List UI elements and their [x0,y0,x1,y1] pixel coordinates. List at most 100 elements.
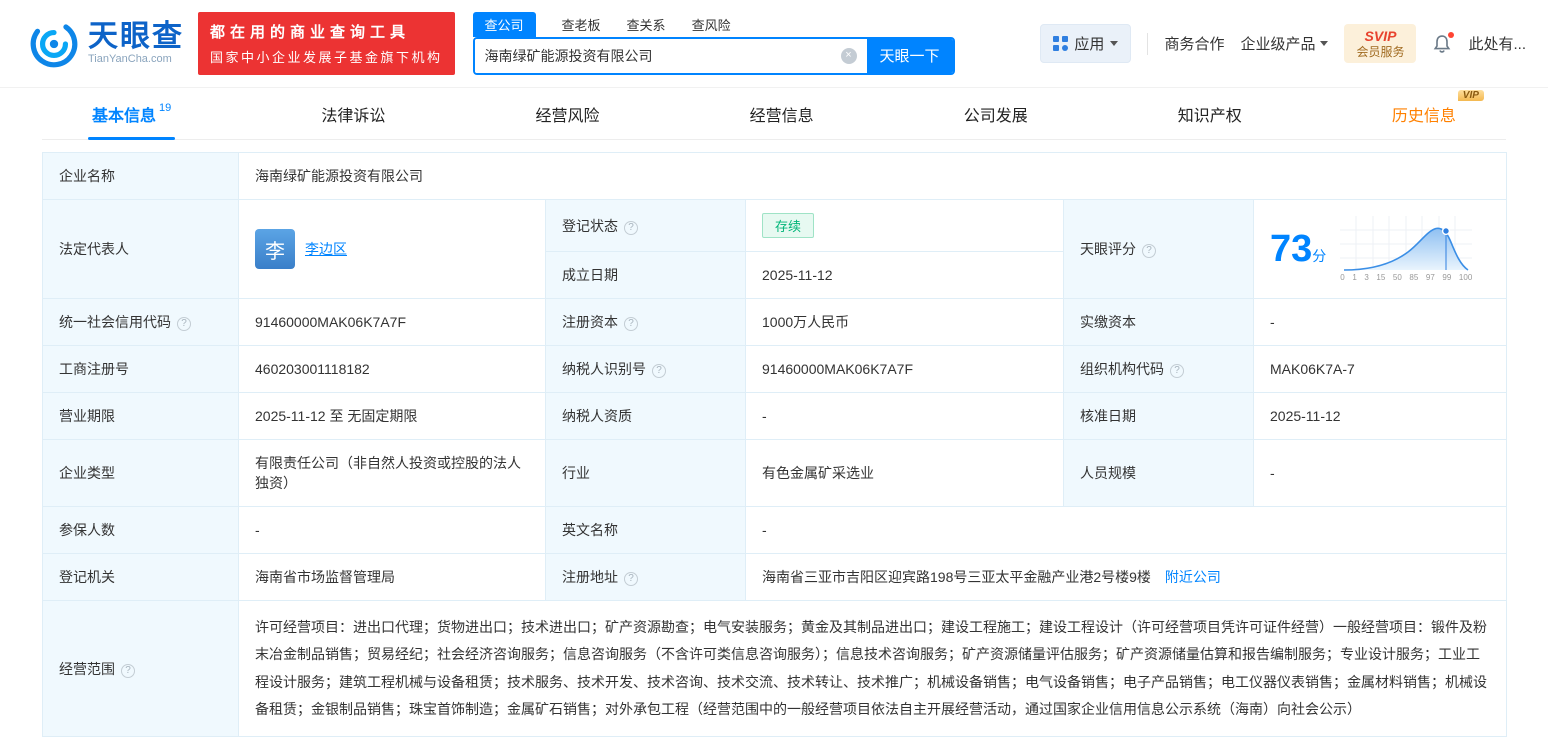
search-button[interactable]: 天眼一下 [866,38,953,73]
chevron-down-icon [1110,41,1119,46]
table-row: 工商注册号 460203001118182 纳税人识别号? 91460000MA… [42,345,1508,393]
reg-authority-value: 海南省市场监督管理局 [238,553,546,601]
question-icon[interactable]: ? [652,364,666,378]
status-badge: 存续 [762,213,815,238]
question-icon[interactable]: ? [1170,364,1184,378]
industry-label: 行业 [545,439,746,507]
taxpayer-id-value: 91460000MAK06K7A7F [745,345,1064,393]
table-row: 营业期限 2025-11-12 至 无固定期限 纳税人资质 - 核准日期 202… [42,392,1508,440]
address-value: 海南省三亚市吉阳区迎宾路198号三亚太平金融产业港2号楼9楼 [762,569,1151,585]
tab-basic-info-label: 基本信息 [92,107,157,125]
insured-count-label: 参保人数 [42,506,239,554]
address-cell: 海南省三亚市吉阳区迎宾路198号三亚太平金融产业港2号楼9楼 附近公司 [744,553,1508,601]
nearby-companies-link[interactable]: 附近公司 [1165,569,1221,585]
search-tab-risk[interactable]: 查风险 [692,12,731,37]
search-tab-company[interactable]: 查公司 [472,11,536,37]
tab-legal-proceedings[interactable]: 法律诉讼 [317,88,389,139]
reg-number-value: 460203001118182 [238,345,546,393]
header-right: 应用 商务合作 企业级产品 SVIP 会员服务 此处有... [1040,23,1526,64]
reg-capital-label-text: 注册资本 [562,314,618,330]
notification-dot [1448,31,1455,38]
table-row: 登记机关 海南省市场监督管理局 注册地址? 海南省三亚市吉阳区迎宾路198号三亚… [42,553,1508,601]
credit-code-value: 91460000MAK06K7A7F [238,298,546,346]
legal-rep-avatar[interactable]: 李 [255,229,295,269]
org-code-value: MAK06K7A-7 [1252,345,1508,393]
english-name-label: 英文名称 [545,506,746,554]
search-tab-boss[interactable]: 查老板 [562,12,601,37]
vip-badge: VIP [1457,90,1484,101]
question-icon[interactable]: ? [624,220,638,235]
tab-history-info[interactable]: 历史信息 VIP [1388,88,1484,139]
staff-size-value: - [1252,439,1508,507]
question-icon[interactable]: ? [624,317,638,331]
table-row: 参保人数 - 英文名称 - [42,506,1508,554]
notice-text[interactable]: 此处有... [1468,33,1526,54]
tab-company-development[interactable]: 公司发展 [960,88,1032,139]
company-section-tabs: 基本信息 19 法律诉讼 经营风险 经营信息 公司发展 知识产权 历史信息 VI… [42,88,1506,140]
basic-info-table: 企业名称 海南绿矿能源投资有限公司 法定代表人 李 李边区 登记状态? 存续 天… [42,152,1508,738]
taxpayer-id-label: 纳税人识别号? [545,345,746,393]
enterprise-products-label: 企业级产品 [1240,36,1316,53]
tab-basic-info-count: 19 [159,101,172,114]
search-tabs: 查公司 查老板 查关系 查风险 [472,11,955,37]
promo-banner: 都在用的商业查询工具 国家中小企业发展子基金旗下机构 [198,12,455,75]
staff-size-label: 人员规模 [1063,439,1254,507]
question-icon[interactable]: ? [624,572,638,586]
reg-authority-label: 登记机关 [42,553,239,601]
tab-operating-risk[interactable]: 经营风险 [531,88,603,139]
score-label: 天眼评分? [1063,199,1254,299]
tab-basic-info[interactable]: 基本信息 19 [88,88,176,140]
business-term-label: 营业期限 [42,392,239,440]
legal-rep-label: 法定代表人 [42,199,239,299]
english-name-value: - [744,506,1508,554]
promo-banner-line2: 国家中小企业发展子基金旗下机构 [210,50,443,65]
score-value: 73 [1270,228,1313,270]
promo-banner-line1: 都在用的商业查询工具 [210,24,411,41]
credit-code-label-text: 统一社会信用代码 [59,314,171,330]
business-scope-value: 许可经营项目：进出口代理；货物进出口；技术进出口；矿产资源勘查；电气安装服务；黄… [237,599,1508,738]
notification-bell-icon[interactable] [1432,31,1455,54]
score-axis-labels: 0 1 3 15 50 85 97 99 100 [1340,273,1473,282]
reg-capital-label: 注册资本? [545,298,746,346]
logo-text-en: TianYanCha.com [88,53,172,66]
reg-capital-value: 1000万人民币 [745,298,1064,346]
question-icon[interactable]: ? [1142,244,1156,258]
question-icon[interactable]: ? [121,663,135,678]
reg-number-label: 工商注册号 [42,345,239,393]
search-box: × 天眼一下 [472,36,955,75]
taxpayer-quality-value: - [745,392,1064,440]
table-row: 法定代表人 李 李边区 登记状态? 存续 天眼评分? 73分 0 1 3 15 … [42,199,1508,299]
svip-label: 会员服务 [1356,44,1405,59]
search-tab-relation[interactable]: 查关系 [627,12,666,37]
tab-history-info-label: 历史信息 [1391,107,1456,125]
question-icon[interactable]: ? [177,317,191,331]
clear-search-icon[interactable]: × [840,47,857,64]
business-scope-label: 经营范围? [42,599,239,738]
top-bar: 天眼查 TianYanCha.com 都在用的商业查询工具 国家中小企业发展子基… [0,0,1548,88]
table-row: 统一社会信用代码? 91460000MAK06K7A7F 注册资本? 1000万… [42,298,1508,346]
approval-date-label: 核准日期 [1063,392,1254,440]
legal-rep-link[interactable]: 李边区 [305,239,347,259]
business-scope-label-text: 经营范围 [59,660,115,677]
establish-date-value: 2025-11-12 [745,251,1064,299]
company-name-value: 海南绿矿能源投资有限公司 [237,152,1508,200]
company-type-value: 有限责任公司（非自然人投资或控股的法人独资） [238,439,546,507]
chevron-down-icon [1320,41,1329,46]
enterprise-products-link[interactable]: 企业级产品 [1240,33,1329,54]
address-label-text: 注册地址 [562,569,618,585]
tianyancha-logo[interactable]: 天眼查 TianYanCha.com [28,18,184,70]
svip-membership-button[interactable]: SVIP 会员服务 [1344,23,1417,64]
tab-operating-info[interactable]: 经营信息 [746,88,818,139]
business-cooperation-link[interactable]: 商务合作 [1164,33,1224,54]
tab-intellectual-property[interactable]: 知识产权 [1174,88,1246,139]
search-input[interactable] [474,38,841,73]
org-code-label-text: 组织机构代码 [1080,361,1164,377]
insured-count-value: - [238,506,546,554]
score-cell[interactable]: 73分 0 1 3 15 50 85 97 99 100 [1252,199,1508,299]
paid-capital-value: - [1252,298,1508,346]
apps-button[interactable]: 应用 [1040,24,1132,63]
address-label: 注册地址? [545,553,746,601]
reg-status-label-text: 登记状态 [562,217,618,234]
reg-status-label: 登记状态? [545,199,746,252]
industry-value: 有色金属矿采选业 [745,439,1064,507]
